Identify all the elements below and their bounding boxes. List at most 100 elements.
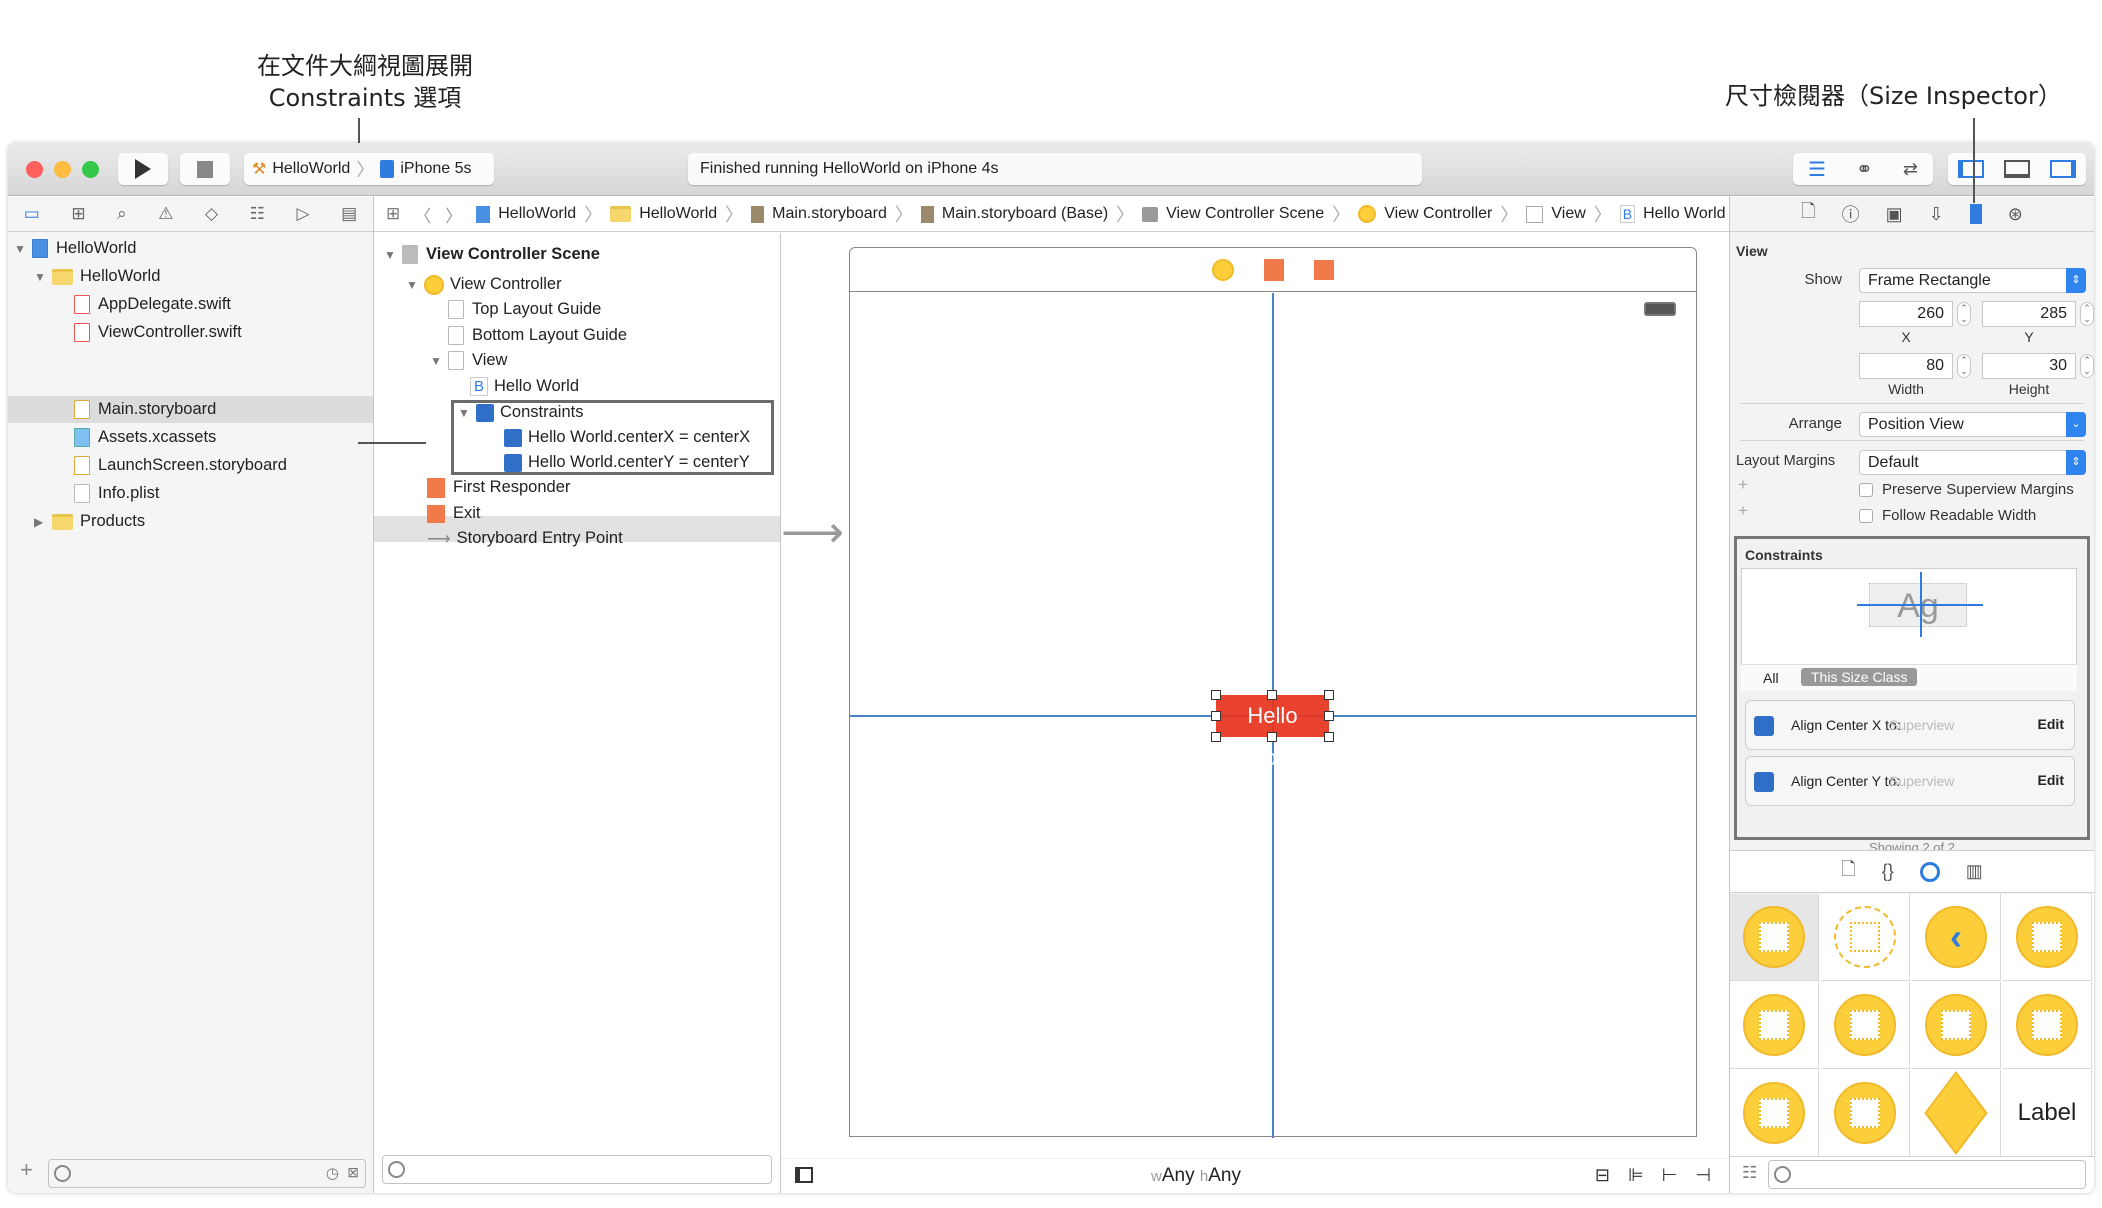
nav-item-file[interactable]: Info.plist	[74, 480, 159, 507]
resize-handle[interactable]	[1267, 732, 1277, 742]
pin-icon[interactable]: ⊢	[1662, 1165, 1678, 1186]
search-icon[interactable]: ⌕	[117, 204, 127, 224]
minimize-button[interactable]	[54, 161, 71, 178]
outline-constraint[interactable]: Hello World.centerX = centerX	[504, 424, 750, 451]
breadcrumb-item[interactable]: Hello World	[1643, 205, 1725, 223]
outline-scene[interactable]: ▼ View Controller Scene	[384, 241, 600, 268]
scheme-selector[interactable]: ⚒ HelloWorld 〉 iPhone 5s	[244, 153, 494, 185]
outline-toggle-icon[interactable]	[795, 1167, 813, 1183]
resize-handle[interactable]	[1211, 690, 1221, 700]
resize-handle[interactable]	[1267, 690, 1277, 700]
nav-item-file[interactable]: Main.storyboard	[74, 396, 216, 423]
stack-icon[interactable]: ⊟	[1595, 1165, 1610, 1186]
run-button[interactable]	[118, 153, 168, 185]
size-class-selector[interactable]: wAny hAny	[1151, 1165, 1241, 1187]
media-library-icon[interactable]: ▥	[1966, 861, 1983, 882]
resize-handle[interactable]	[1324, 690, 1334, 700]
stop-button[interactable]	[180, 153, 230, 185]
breadcrumb-item[interactable]: HelloWorld	[498, 205, 576, 223]
outline-bottom-guide[interactable]: Bottom Layout Guide	[448, 322, 627, 349]
breadcrumb-item[interactable]: View	[1551, 205, 1585, 223]
library-item-storyboard-reference[interactable]	[1821, 894, 1910, 981]
nav-item-project[interactable]: ▼ HelloWorld	[14, 235, 136, 262]
outline-top-guide[interactable]: Top Layout Guide	[448, 296, 601, 323]
recent-icon[interactable]: ◷	[326, 1164, 339, 1182]
y-field[interactable]: 285	[1982, 301, 2076, 327]
list-view-icon[interactable]: ☷	[1742, 1163, 1757, 1183]
tab-this-size-class[interactable]: This Size Class	[1801, 668, 1918, 686]
first-responder-icon[interactable]	[1264, 258, 1284, 281]
hello-world-button[interactable]: Hello World	[1216, 695, 1329, 770]
outline-exit[interactable]: Exit	[427, 500, 481, 527]
breadcrumb-item[interactable]: View Controller	[1384, 205, 1492, 223]
readable-width-checkbox[interactable]	[1859, 509, 1873, 523]
outline-view-controller[interactable]: ▼ View Controller	[406, 271, 562, 298]
arrange-popup[interactable]: Position View ⌄	[1859, 412, 2086, 437]
library-filter[interactable]	[1768, 1160, 2086, 1189]
identity-inspector-icon[interactable]: ▣	[1886, 204, 1903, 225]
breadcrumb-item[interactable]: HelloWorld	[639, 205, 717, 223]
folder-icon[interactable]: ▭	[24, 204, 40, 224]
x-stepper[interactable]: ⌃ ⌄	[1957, 302, 1971, 326]
library-item-view-controller[interactable]	[1730, 894, 1819, 981]
height-stepper[interactable]: ⌃ ⌄	[2080, 354, 2094, 378]
code-snippet-icon[interactable]: {}	[1882, 861, 1894, 882]
close-button[interactable]	[26, 161, 43, 178]
constraint-row[interactable]: Align Center Y to: Superview Edit	[1745, 756, 2075, 806]
breakpoint-icon[interactable]: ▷	[296, 204, 309, 224]
outline-hello-world[interactable]: B Hello World	[470, 373, 579, 400]
test-icon[interactable]: ◇	[205, 204, 218, 224]
attributes-inspector-icon[interactable]: ⇩	[1929, 204, 1944, 225]
width-field[interactable]: 80	[1859, 353, 1953, 379]
breadcrumb-item[interactable]: Main.storyboard	[772, 205, 887, 223]
resize-handle[interactable]	[1324, 711, 1334, 721]
edit-button[interactable]: Edit	[2038, 716, 2064, 732]
view-controller-icon[interactable]	[1212, 258, 1234, 281]
preserve-margins-checkbox[interactable]	[1859, 483, 1873, 497]
outline-view[interactable]: ▼ View	[430, 347, 507, 374]
navigator-toggle-icon[interactable]	[1958, 160, 1984, 178]
constraint-row[interactable]: Align Center X to: Superview Edit	[1745, 700, 2075, 750]
debug-toggle-icon[interactable]	[2004, 160, 2030, 178]
layout-margins-popup[interactable]: Default ⇕	[1859, 450, 2086, 475]
library-item-glkit-view-controller[interactable]	[1730, 1070, 1819, 1157]
back-icon[interactable]: 〈	[414, 202, 431, 227]
exit-icon[interactable]	[1314, 259, 1334, 280]
library-item-tab-bar-controller[interactable]	[1821, 982, 1910, 1069]
file-template-icon[interactable]: 🗋	[1841, 857, 1855, 887]
related-items-icon[interactable]: ⊞	[386, 204, 400, 224]
size-inspector-icon[interactable]	[1969, 204, 1982, 224]
outline-constraint[interactable]: Hello World.centerY = centerY	[504, 449, 750, 476]
library-item-navigation-controller[interactable]: ‹	[1912, 894, 2001, 981]
library-item-object[interactable]	[1912, 1070, 2001, 1157]
outline-constraints[interactable]: ▼ Constraints	[458, 399, 583, 426]
add-variation-icon[interactable]: +	[1738, 501, 1748, 521]
add-icon[interactable]: +	[20, 1157, 33, 1183]
library-item-collection-view-controller[interactable]	[1730, 982, 1819, 1069]
width-stepper[interactable]: ⌃ ⌄	[1957, 354, 1971, 378]
warning-icon[interactable]: ⚠	[158, 204, 173, 224]
help-inspector-icon[interactable]: ⓘ	[1842, 201, 1860, 227]
symbol-icon[interactable]: ⊞	[71, 204, 85, 224]
add-variation-icon[interactable]: +	[1738, 475, 1748, 495]
height-field[interactable]: 30	[1982, 353, 2076, 379]
standard-editor-icon[interactable]: ☰	[1808, 157, 1826, 182]
report-icon[interactable]: ▤	[341, 204, 357, 224]
x-field[interactable]: 260	[1859, 301, 1953, 327]
nav-item-file[interactable]: Assets.xcassets	[74, 424, 216, 451]
show-popup[interactable]: Frame Rectangle ⇕	[1859, 268, 2086, 293]
resize-handle[interactable]	[1211, 732, 1221, 742]
nav-item-file[interactable]: LaunchScreen.storyboard	[74, 452, 287, 479]
align-icon[interactable]: ⊫	[1628, 1165, 1644, 1186]
utilities-toggle-icon[interactable]	[2050, 160, 2076, 178]
resize-handle[interactable]	[1324, 732, 1334, 742]
assistant-editor-icon[interactable]: ⚭	[1856, 157, 1873, 182]
outline-filter[interactable]	[382, 1155, 772, 1184]
library-item-split-view-controller[interactable]	[1912, 982, 2001, 1069]
y-stepper[interactable]: ⌃ ⌄	[2080, 302, 2094, 326]
library-item-page-view-controller[interactable]	[2003, 982, 2092, 1069]
zoom-button[interactable]	[82, 161, 99, 178]
edit-button[interactable]: Edit	[2038, 772, 2064, 788]
version-editor-icon[interactable]: ⇄	[1903, 159, 1918, 180]
connections-inspector-icon[interactable]: ⊛	[2008, 204, 2023, 225]
